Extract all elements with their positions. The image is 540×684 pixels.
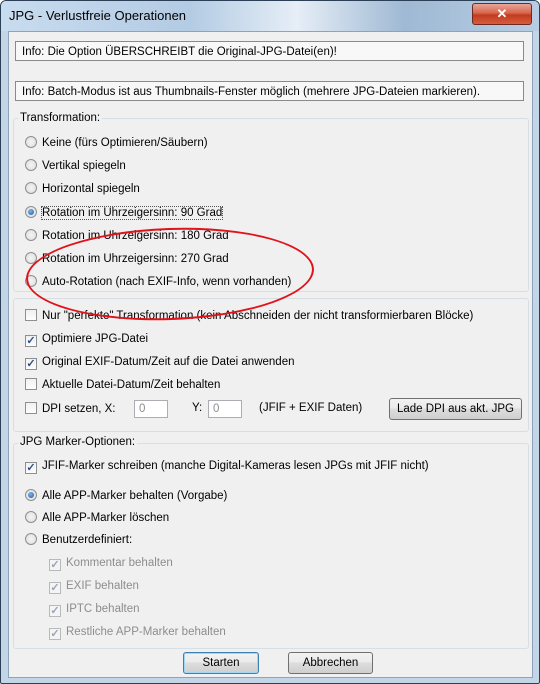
checkbox-box[interactable]: ✓ <box>49 559 61 571</box>
checkbox-label: Original EXIF-Datum/Zeit auf die Datei a… <box>42 356 295 368</box>
checkbox-box[interactable]: ✓ <box>49 582 61 594</box>
checkbox-keep-rest-app[interactable]: ✓ Restliche APP-Marker behalten <box>49 623 226 641</box>
checkbox-label: IPTC behalten <box>66 603 140 615</box>
radio-label: Auto-Rotation (nach EXIF-Info, wenn vorh… <box>42 276 292 288</box>
radio-none[interactable]: Keine (fürs Optimieren/Säubern) <box>25 134 208 152</box>
checkbox-box[interactable]: ✓ <box>49 628 61 640</box>
checkbox-box[interactable]: ✓ <box>49 605 61 617</box>
checkbox-keep-iptc[interactable]: ✓ IPTC behalten <box>49 600 140 618</box>
radio-indicator[interactable] <box>25 229 37 241</box>
radio-vertical-flip[interactable]: Vertikal spiegeln <box>25 157 126 175</box>
radio-auto-rotation[interactable]: Auto-Rotation (nach EXIF-Info, wenn vorh… <box>25 273 291 291</box>
radio-label: Rotation im Uhrzeigersinn: 180 Grad <box>42 230 229 242</box>
dialog-window: JPG - Verlustfreie Operationen ✕ Info: D… <box>0 0 540 684</box>
radio-rotate-90[interactable]: Rotation im Uhrzeigersinn: 90 Grad <box>25 204 224 222</box>
window-title: JPG - Verlustfreie Operationen <box>9 8 187 23</box>
radio-rotate-180[interactable]: Rotation im Uhrzeigersinn: 180 Grad <box>25 227 229 245</box>
checkbox-perfect[interactable]: Nur "perfekte" Transformation (kein Absc… <box>25 307 473 325</box>
checkbox-keep-date[interactable]: Aktuelle Datei-Datum/Zeit behalten <box>25 376 220 394</box>
title-bar[interactable]: JPG - Verlustfreie Operationen ✕ <box>1 1 539 31</box>
dpi-y-label: Y: <box>192 402 203 414</box>
radio-label: Rotation im Uhrzeigersinn: 90 Grad <box>40 206 224 220</box>
close-button[interactable]: ✕ <box>472 3 532 25</box>
radio-custom[interactable]: Benutzerdefiniert: <box>25 531 132 549</box>
close-icon: ✕ <box>496 6 508 21</box>
radio-indicator[interactable] <box>25 511 37 523</box>
checkbox-label: Optimiere JPG-Datei <box>42 333 149 345</box>
checkbox-dpi[interactable]: DPI setzen, X: <box>25 400 116 418</box>
checkbox-jfif[interactable]: ✓ JFIF-Marker schreiben (manche Digital-K… <box>25 457 429 475</box>
radio-indicator[interactable] <box>25 252 37 264</box>
dialog-body: Info: Die Option ÜBERSCHREIBT die Origin… <box>8 31 533 678</box>
dpi-y-input[interactable]: 0 <box>208 400 242 418</box>
radio-indicator[interactable] <box>25 182 37 194</box>
checkbox-box[interactable] <box>25 378 37 390</box>
checkbox-box[interactable]: ✓ <box>25 335 37 347</box>
marker-label: JPG Marker-Optionen: <box>18 436 138 448</box>
checkbox-optimize[interactable]: ✓ Optimiere JPG-Datei <box>25 330 148 348</box>
radio-label: Alle APP-Marker löschen <box>42 512 170 524</box>
radio-rotate-270[interactable]: Rotation im Uhrzeigersinn: 270 Grad <box>25 250 229 268</box>
load-dpi-button[interactable]: Lade DPI aus akt. JPG <box>389 398 522 420</box>
checkbox-label: Kommentar behalten <box>66 557 173 569</box>
info-batch: Info: Batch-Modus ist aus Thumbnails-Fen… <box>15 81 524 101</box>
radio-label: Horizontal spiegeln <box>42 183 140 195</box>
cancel-button[interactable]: Abbrechen <box>288 652 373 674</box>
radio-indicator[interactable] <box>25 533 37 545</box>
radio-label: Alle APP-Marker behalten (Vorgabe) <box>42 490 228 502</box>
checkbox-label: Aktuelle Datei-Datum/Zeit behalten <box>42 379 221 391</box>
radio-label: Benutzerdefiniert: <box>42 534 133 546</box>
radio-indicator[interactable] <box>25 206 37 218</box>
radio-horizontal-flip[interactable]: Horizontal spiegeln <box>25 180 140 198</box>
checkbox-label: Restliche APP-Marker behalten <box>66 626 226 638</box>
transformation-label: Transformation: <box>18 112 103 124</box>
checkbox-label: Nur "perfekte" Transformation (kein Absc… <box>42 310 474 322</box>
info-overwrite: Info: Die Option ÜBERSCHREIBT die Origin… <box>15 41 524 61</box>
radio-indicator[interactable] <box>25 136 37 148</box>
radio-indicator[interactable] <box>25 159 37 171</box>
radio-label: Rotation im Uhrzeigersinn: 270 Grad <box>42 253 229 265</box>
dpi-x-input[interactable]: 0 <box>134 400 168 418</box>
radio-keep-app[interactable]: Alle APP-Marker behalten (Vorgabe) <box>25 487 227 505</box>
checkbox-box[interactable] <box>25 402 37 414</box>
start-button[interactable]: Starten <box>183 652 259 674</box>
radio-indicator[interactable] <box>25 275 37 287</box>
radio-indicator[interactable] <box>25 489 37 501</box>
checkbox-box[interactable] <box>25 309 37 321</box>
dpi-note: (JFIF + EXIF Daten) <box>259 402 363 414</box>
checkbox-label: JFIF-Marker schreiben (manche Digital-Ka… <box>42 460 429 472</box>
radio-label: Keine (fürs Optimieren/Säubern) <box>42 137 208 149</box>
checkbox-keep-exif[interactable]: ✓ EXIF behalten <box>49 577 139 595</box>
checkbox-exif-date[interactable]: ✓ Original EXIF-Datum/Zeit auf die Datei … <box>25 353 294 371</box>
radio-delete-app[interactable]: Alle APP-Marker löschen <box>25 509 169 527</box>
radio-label: Vertikal spiegeln <box>42 160 126 172</box>
checkbox-box[interactable]: ✓ <box>25 462 37 474</box>
checkbox-label: EXIF behalten <box>66 580 139 592</box>
checkbox-keep-comment[interactable]: ✓ Kommentar behalten <box>49 554 173 572</box>
checkbox-box[interactable]: ✓ <box>25 358 37 370</box>
checkbox-label: DPI setzen, X: <box>42 403 116 415</box>
